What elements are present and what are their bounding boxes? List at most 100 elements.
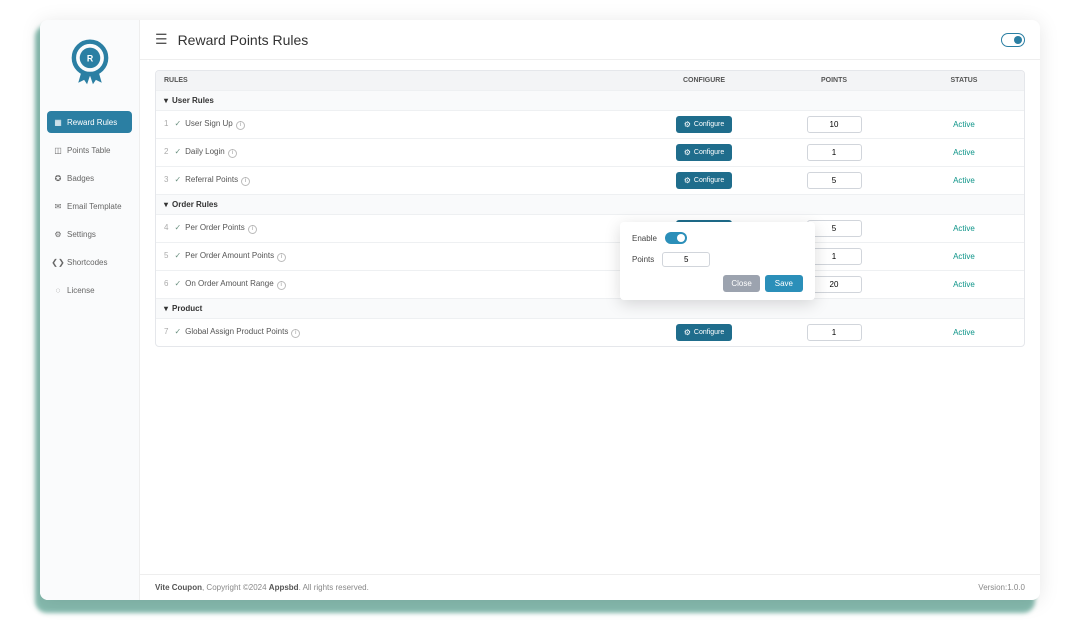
status-badge: Active [953, 328, 975, 337]
sidebar-item-email-template[interactable]: ✉ Email Template [47, 195, 132, 217]
check-icon: ✓ [174, 223, 181, 232]
table-row: 4✓Per Order Pointsi⚙ConfigureActive [156, 215, 1024, 243]
gear-icon: ⚙ [684, 176, 691, 185]
info-icon[interactable]: i [277, 253, 286, 262]
col-rules: Rules [156, 71, 644, 91]
status-badge: Active [953, 148, 975, 157]
sidebar-item-license[interactable]: ◌ License [47, 279, 132, 301]
check-icon: ✓ [174, 327, 181, 336]
col-status: Status [904, 71, 1024, 91]
group-title: User Rules [172, 96, 214, 105]
header: ☰ Reward Points Rules [140, 20, 1040, 60]
sidebar-label: Settings [67, 230, 96, 239]
sidebar-item-reward-rules[interactable]: ▦ Reward Rules [47, 111, 132, 133]
footer: Vite Coupon, Copyright ©2024 Appsbd. All… [140, 574, 1040, 600]
table-icon: ◫ [53, 145, 63, 155]
logo-icon: R [68, 35, 112, 91]
configure-popover: Enable Points Close Save [620, 222, 815, 300]
enable-toggle[interactable] [665, 232, 687, 244]
menu-icon[interactable]: ☰ [155, 31, 168, 48]
chevron-down-icon: ▾ [164, 200, 168, 209]
points-input[interactable] [662, 252, 710, 267]
save-button[interactable]: Save [765, 275, 803, 292]
sidebar-item-points-table[interactable]: ◫ Points Table [47, 139, 132, 161]
badge-icon: ✪ [53, 173, 63, 183]
sidebar-item-shortcodes[interactable]: ❮❯ Shortcodes [47, 251, 132, 273]
info-icon[interactable]: i [291, 329, 300, 338]
col-configure: Configure [644, 71, 764, 91]
points-field[interactable] [807, 116, 862, 133]
sidebar-label: Email Template [67, 202, 122, 211]
row-number: 5 [164, 251, 168, 260]
chevron-down-icon: ▾ [164, 96, 168, 105]
check-icon: ✓ [174, 147, 181, 156]
sidebar-label: Reward Rules [67, 118, 117, 127]
gear-icon: ⚙ [684, 120, 691, 129]
points-field[interactable] [807, 144, 862, 161]
configure-button[interactable]: ⚙Configure [676, 324, 733, 341]
points-field[interactable] [807, 324, 862, 341]
page-title: Reward Points Rules [178, 32, 309, 48]
group-row[interactable]: ▾ Order Rules [156, 195, 1024, 215]
gear-icon: ⚙ [53, 229, 63, 239]
enable-label: Enable [632, 234, 657, 243]
points-field[interactable] [807, 172, 862, 189]
table-row: 1✓User Sign Upi⚙ConfigureActive [156, 111, 1024, 139]
rule-name: Per Order Points [185, 223, 245, 232]
status-badge: Active [953, 176, 975, 185]
rule-name: On Order Amount Range [185, 279, 274, 288]
app-window: R ▦ Reward Rules ◫ Points Table ✪ Badges… [40, 20, 1040, 600]
table-row: 6✓On Order Amount Rangei⚙ConfigureActive [156, 271, 1024, 299]
configure-button[interactable]: ⚙Configure [676, 144, 733, 161]
info-icon[interactable]: i [236, 121, 245, 130]
configure-button[interactable]: ⚙Configure [676, 116, 733, 133]
group-row[interactable]: ▾Product [156, 299, 1024, 319]
group-row[interactable]: ▾ User Rules [156, 91, 1024, 111]
info-icon[interactable]: i [241, 177, 250, 186]
main-area: ☰ Reward Points Rules Rules Configure Po… [140, 20, 1040, 600]
gear-icon: ⚙ [684, 328, 691, 337]
rule-name: Global Assign Product Points [185, 327, 288, 336]
sidebar-item-settings[interactable]: ⚙ Settings [47, 223, 132, 245]
info-icon[interactable]: i [277, 281, 286, 290]
check-icon: ✓ [174, 279, 181, 288]
rules-icon: ▦ [53, 117, 63, 127]
info-icon[interactable]: i [248, 225, 257, 234]
col-points: Points [764, 71, 904, 91]
sidebar-label: Shortcodes [67, 258, 107, 267]
row-number: 7 [164, 327, 168, 336]
table-row: 5✓Per Order Amount Pointsi⚙ConfigureActi… [156, 243, 1024, 271]
code-icon: ❮❯ [53, 257, 63, 267]
row-number: 1 [164, 119, 168, 128]
sidebar-item-badges[interactable]: ✪ Badges [47, 167, 132, 189]
points-label: Points [632, 255, 654, 264]
license-icon: ◌ [53, 285, 63, 295]
check-icon: ✓ [174, 175, 181, 184]
row-number: 2 [164, 147, 168, 156]
theme-toggle[interactable] [1001, 33, 1025, 47]
close-button[interactable]: Close [723, 275, 759, 292]
configure-button[interactable]: ⚙Configure [676, 172, 733, 189]
status-badge: Active [953, 252, 975, 261]
info-icon[interactable]: i [228, 149, 237, 158]
chevron-down-icon: ▾ [164, 304, 168, 313]
gear-icon: ⚙ [684, 148, 691, 157]
footer-author: Appsbd [269, 583, 299, 592]
row-number: 4 [164, 223, 168, 232]
status-badge: Active [953, 280, 975, 289]
table-row: 3 ✓ Referral Pointsi ⚙Configure Active [156, 167, 1024, 195]
footer-product: Vite Coupon [155, 583, 202, 592]
content: Rules Configure Points Status ▾ User Rule… [140, 60, 1040, 574]
rule-name: Daily Login [185, 147, 225, 156]
mail-icon: ✉ [53, 201, 63, 211]
rule-name: Referral Points [185, 175, 238, 184]
row-number: 3 [164, 175, 168, 184]
table-row: 2 ✓ Daily Logini ⚙Configure Active [156, 139, 1024, 167]
status-badge: Active [953, 224, 975, 233]
group-title: Order Rules [172, 200, 218, 209]
rule-name: Per Order Amount Points [185, 251, 274, 260]
sidebar: R ▦ Reward Rules ◫ Points Table ✪ Badges… [40, 20, 140, 600]
svg-text:R: R [86, 54, 93, 64]
sidebar-label: Points Table [67, 146, 110, 155]
sidebar-label: License [67, 286, 95, 295]
